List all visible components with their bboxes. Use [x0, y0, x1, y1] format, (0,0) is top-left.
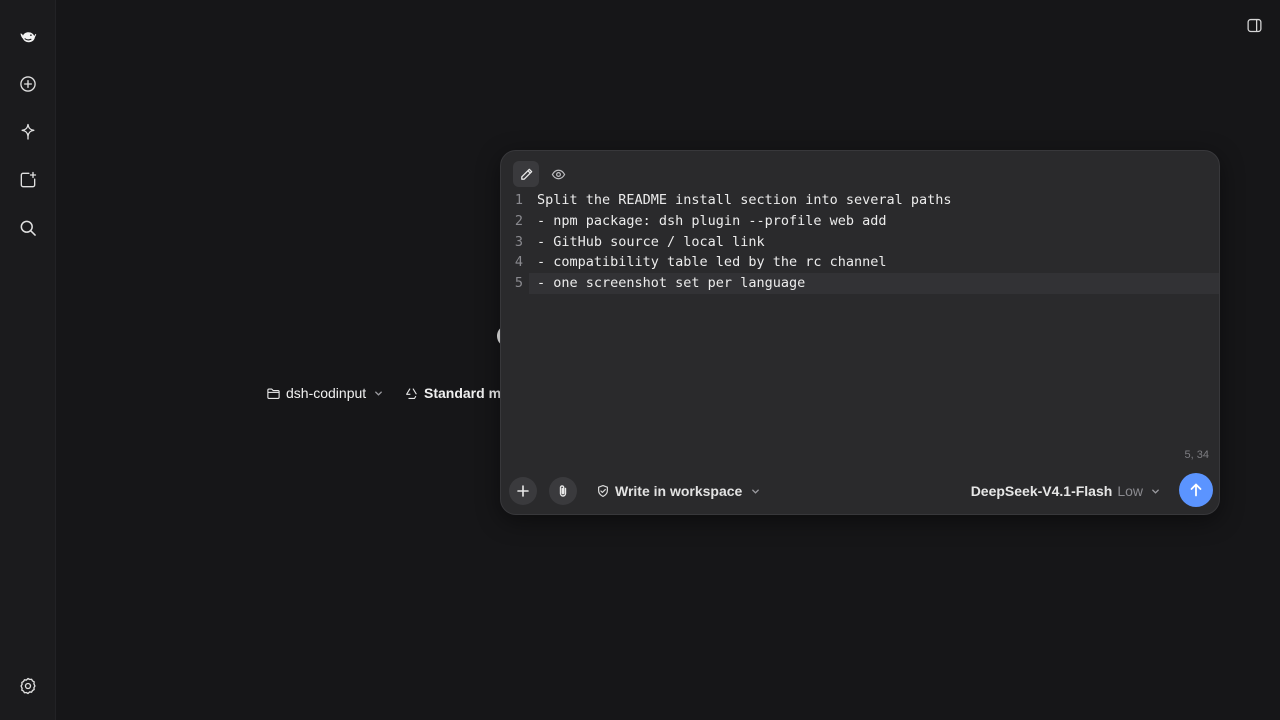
sidebar-panel-icon[interactable] [1244, 15, 1264, 35]
gear-icon[interactable] [14, 672, 42, 700]
project-selector[interactable]: dsh-codinput [266, 385, 384, 401]
line-text: - one screenshot set per language [537, 275, 806, 292]
model-name: DeepSeek-V4.1-Flash [970, 483, 1113, 499]
composer-bottom-bar: Write in workspace DeepSeek-V4.1-Flash L… [501, 473, 1219, 513]
send-button[interactable] [1179, 473, 1213, 507]
line-number: 4 [514, 254, 524, 271]
line-text: - GitHub source / local link [537, 233, 765, 250]
code-line: 2 - npm package: dsh plugin --profile we… [501, 211, 1219, 232]
editor-toolbar [513, 161, 571, 187]
attach-button[interactable] [549, 477, 577, 505]
model-effort: Low [1117, 483, 1143, 499]
arrow-up-icon [1190, 483, 1202, 497]
prompt-editor-card: 1 Split the README install section into … [500, 150, 1220, 515]
sparkle-icon[interactable] [14, 118, 42, 146]
preview-mode-button[interactable] [545, 161, 571, 187]
code-line: 3 - GitHub source / local link [501, 232, 1219, 253]
code-line: 1 Split the README install section into … [501, 190, 1219, 211]
whale-logo-icon[interactable] [14, 22, 42, 50]
code-editor[interactable]: 1 Split the README install section into … [501, 190, 1219, 294]
code-line-current: 5 - one screenshot set per language [515, 273, 1219, 294]
search-icon[interactable] [14, 214, 42, 242]
add-button[interactable] [509, 477, 537, 505]
workspace-label: Write in workspace [615, 483, 743, 499]
pencil-icon [520, 168, 532, 180]
chevron-down-icon [1152, 488, 1159, 494]
model-selector[interactable]: DeepSeek-V4.1-Flash Low [971, 480, 1161, 502]
workspace-permission-selector[interactable]: Write in workspace [596, 480, 761, 502]
sidebar [0, 0, 56, 720]
folder-icon [267, 387, 280, 399]
eye-icon [551, 169, 565, 179]
line-text: - npm package: dsh plugin --profile web … [537, 212, 887, 229]
new-chat-icon[interactable] [14, 70, 42, 98]
paperclip-icon [559, 485, 567, 497]
add-square-icon[interactable] [14, 166, 42, 194]
cursor-position: 5, 34 [1184, 449, 1209, 461]
edit-mode-button[interactable] [513, 161, 539, 187]
line-text: Split the README install section into se… [537, 192, 952, 208]
shield-check-icon [598, 484, 608, 498]
line-number: 2 [514, 212, 524, 229]
chevron-down-icon [375, 390, 383, 396]
line-text: - compatibility table led by the rc chan… [537, 254, 887, 271]
line-number: 5 [514, 275, 524, 292]
line-number: 1 [514, 192, 524, 208]
plus-icon [517, 485, 529, 497]
chevron-down-icon [752, 488, 760, 494]
recycle-mode-icon [406, 387, 417, 399]
background-project-row: dsh-codinput Standard mode [266, 382, 526, 404]
project-label: dsh-codinput [286, 385, 367, 401]
code-line: 4 - compatibility table led by the rc ch… [501, 252, 1219, 273]
line-number: 3 [514, 233, 524, 250]
